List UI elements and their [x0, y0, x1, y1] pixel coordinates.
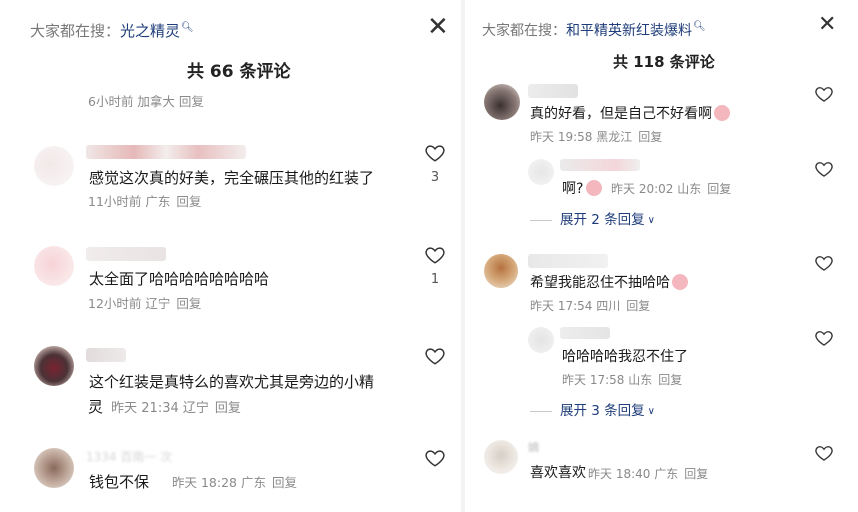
comments-panel-left: 大家都在搜：光之精灵🔍︎ ✕ 共 66 条评论 6小时前 加拿大 回复 感觉这次… — [0, 0, 460, 512]
chevron-down-icon: ∨ — [647, 214, 655, 226]
comment-text: 感觉这次真的好美，完全碾压其他的红装了 — [89, 169, 375, 187]
avatar[interactable] — [528, 327, 554, 353]
comment-text-continued: 灵 — [88, 398, 104, 416]
panel-divider — [461, 0, 465, 512]
trending-search-bar[interactable]: 大家都在搜：光之精灵🔍︎ — [30, 20, 194, 41]
comment-text: 钱包不保 — [89, 473, 150, 491]
avatar[interactable] — [484, 254, 518, 288]
comment-text: 哈哈哈哈我忍不住了 — [562, 349, 688, 365]
search-hint-icon: 🔍︎ — [181, 22, 194, 33]
comments-panel-right: 大家都在搜：和平精英新红装爆料🔍︎ ✕ 共 118 条评论 真的好看，但是自己不… — [466, 0, 858, 512]
search-prefix: 大家都在搜： — [482, 23, 566, 39]
close-icon[interactable]: ✕ — [427, 14, 449, 40]
comment-text: 希望我能忍住不抽哈哈 — [530, 273, 688, 293]
comment-text: 太全面了哈哈哈哈哈哈哈哈 — [89, 270, 270, 288]
avatar[interactable] — [34, 448, 74, 488]
blush-emoji-icon — [586, 180, 603, 196]
username-blurred[interactable]: 1334 百南一 次 — [86, 450, 196, 464]
heart-icon[interactable] — [814, 328, 834, 348]
reply-link[interactable]: 回复 — [272, 475, 297, 490]
search-keyword[interactable]: 光之精灵 — [120, 22, 180, 40]
heart-icon[interactable] — [814, 253, 834, 273]
reply-link[interactable]: 回复 — [176, 194, 201, 209]
username-blurred[interactable] — [528, 84, 578, 98]
comment-meta: 昨天 20:02 山东 回复 — [611, 182, 732, 196]
username-blurred[interactable] — [528, 254, 608, 268]
username-blurred[interactable] — [560, 327, 610, 339]
avatar[interactable] — [528, 159, 554, 185]
comment-meta: 昨天 17:54 四川 回复 — [530, 299, 651, 313]
reply-link[interactable]: 回复 — [626, 299, 650, 313]
search-prefix: 大家都在搜： — [30, 22, 121, 40]
reply-link[interactable]: 回复 — [684, 467, 708, 481]
heart-icon[interactable] — [424, 345, 446, 367]
trending-search-bar[interactable]: 大家都在搜：和平精英新红装爆料🔍︎ — [482, 20, 706, 40]
comment-meta: 12小时前 辽宁 回复 — [88, 296, 202, 311]
comment-count-title: 共 118 条评论 — [613, 53, 715, 71]
comment-text: 这个红装是真特么的喜欢尤其是旁边的小精 — [89, 373, 375, 391]
reply-link[interactable]: 回复 — [658, 373, 682, 387]
heart-icon[interactable] — [814, 84, 834, 104]
heart-icon[interactable] — [424, 142, 446, 164]
reply-link[interactable]: 回复 — [176, 296, 201, 311]
avatar[interactable] — [484, 84, 520, 120]
comment-meta: 昨天 18:28 广东 回复 — [172, 475, 298, 490]
heart-icon[interactable] — [814, 159, 834, 179]
avatar[interactable] — [34, 346, 74, 386]
avatar[interactable] — [484, 440, 518, 474]
heart-icon[interactable] — [814, 443, 834, 463]
comment-meta: 昨天 19:58 黑龙江 回复 — [530, 130, 663, 144]
heart-icon[interactable] — [424, 244, 446, 266]
comment-count-title: 共 66 条评论 — [187, 62, 291, 82]
comment-text: 啊? — [562, 179, 603, 199]
username-blurred[interactable] — [86, 145, 246, 159]
like-count: 1 — [430, 272, 440, 287]
avatar[interactable] — [34, 246, 74, 286]
like-count: 3 — [430, 170, 440, 185]
avatar[interactable] — [34, 146, 74, 186]
top-comment-meta: 6小时前 加拿大 回复 — [88, 94, 204, 109]
username-blurred[interactable] — [86, 348, 126, 362]
reply-link[interactable]: 回复 — [707, 182, 731, 196]
blush-emoji-icon — [714, 105, 730, 121]
expand-replies-button[interactable]: 展开 2 条回复 ∨ — [530, 208, 655, 228]
search-hint-icon: 🔍︎ — [693, 21, 706, 33]
username-blurred[interactable]: 嫡 — [528, 441, 568, 454]
chevron-down-icon: ∨ — [647, 405, 655, 417]
reply-link[interactable]: 回复 — [638, 130, 662, 144]
comment-meta: 昨天 18:40 广东 回复 — [588, 467, 709, 481]
comment-text: 真的好看，但是自己不好看啊 — [530, 104, 730, 124]
search-keyword[interactable]: 和平精英新红装爆料 — [566, 23, 692, 39]
comment-meta: 灵 昨天 21:34 辽宁 回复 — [88, 398, 241, 416]
comment-text: 喜欢喜欢 — [530, 465, 586, 481]
reply-link[interactable]: 回复 — [215, 401, 241, 416]
username-blurred[interactable] — [86, 247, 166, 261]
close-icon[interactable]: ✕ — [818, 14, 836, 36]
expand-divider — [530, 410, 552, 412]
blush-emoji-icon — [672, 274, 688, 290]
comment-meta: 11小时前 广东 回复 — [88, 194, 202, 209]
expand-replies-button[interactable]: 展开 3 条回复 ∨ — [530, 399, 655, 419]
username-blurred[interactable] — [560, 159, 640, 171]
heart-icon[interactable] — [424, 447, 446, 469]
expand-divider — [530, 219, 552, 221]
comment-meta: 昨天 17:58 山东 回复 — [562, 373, 683, 387]
